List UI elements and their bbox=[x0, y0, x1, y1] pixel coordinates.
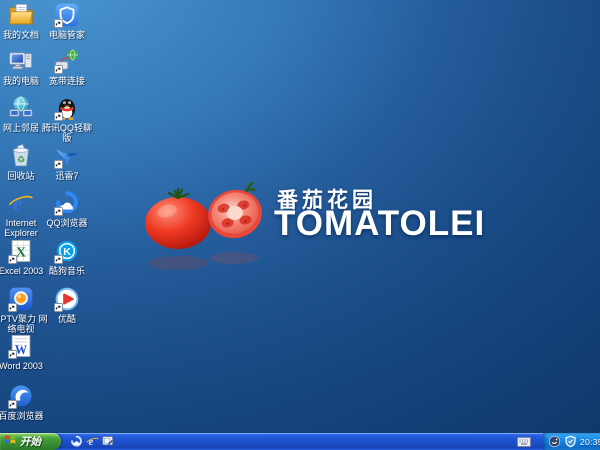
shortcut-arrow-icon bbox=[54, 207, 63, 216]
desktop-icon-youku[interactable]: 优酷 bbox=[38, 286, 96, 324]
svg-text:e: e bbox=[13, 190, 23, 215]
desktop-icon-qq[interactable]: 腾讯QQ轻聊版 bbox=[38, 95, 96, 143]
pc-manager-icon bbox=[54, 2, 80, 28]
internet-explorer-icon: e bbox=[8, 190, 34, 216]
icon-label: 酷狗音乐 bbox=[49, 266, 85, 276]
icon-label: 优酷 bbox=[58, 314, 76, 324]
shortcut-arrow-icon bbox=[8, 350, 17, 359]
quick-launch-qq-browser-icon[interactable] bbox=[70, 435, 83, 448]
start-button-label: 开始 bbox=[20, 434, 41, 449]
shortcut-arrow-icon bbox=[8, 400, 17, 409]
my-computer-icon bbox=[8, 48, 34, 74]
word-icon: W bbox=[8, 333, 34, 359]
excel-icon: X bbox=[8, 238, 34, 264]
icon-label: 腾讯QQ轻聊版 bbox=[38, 123, 96, 143]
svg-text:e: e bbox=[88, 436, 93, 448]
kugou-music-icon: K bbox=[54, 238, 80, 264]
icon-label: Excel 2003 bbox=[0, 266, 43, 276]
quick-launch-bar: e bbox=[70, 433, 115, 450]
desktop-icon-broadband[interactable]: 宽带连接 bbox=[38, 48, 96, 86]
start-button[interactable]: 开始 bbox=[0, 433, 61, 450]
brand-title-en: TOMATOLEI bbox=[274, 204, 485, 244]
shortcut-arrow-icon bbox=[54, 112, 63, 121]
icon-label: 宽带连接 bbox=[49, 76, 85, 86]
taskbar: 开始 e bbox=[0, 433, 600, 450]
icon-label: 百度浏览器 bbox=[0, 411, 44, 421]
desktop[interactable]: 番茄花园 TOMATOLEI 我的文档 电脑管家 bbox=[0, 0, 600, 450]
tray-app-icon[interactable] bbox=[548, 435, 561, 448]
icon-label: Internet Explorer bbox=[4, 218, 38, 238]
icon-label: 网上邻居 bbox=[3, 123, 39, 133]
desktop-icon-baidu-browser[interactable]: 百度浏览器 bbox=[0, 383, 50, 421]
quick-launch-internet-explorer-icon[interactable]: e bbox=[86, 435, 99, 448]
network-places-icon bbox=[8, 95, 34, 121]
icon-label: 回收站 bbox=[7, 171, 34, 181]
icon-label: QQ浏览器 bbox=[46, 218, 87, 228]
desktop-icon-qq-browser[interactable]: QQ浏览器 bbox=[38, 190, 96, 228]
tray-clock[interactable]: 20:35 bbox=[580, 437, 600, 447]
shortcut-arrow-icon bbox=[54, 255, 63, 264]
shortcut-arrow-icon bbox=[54, 303, 63, 312]
icon-label: 我的文档 bbox=[3, 30, 39, 40]
thunder-bird-icon bbox=[54, 143, 80, 169]
desktop-icon-word[interactable]: W Word 2003 bbox=[0, 333, 50, 371]
baidu-browser-icon bbox=[8, 383, 34, 409]
windows-flag-icon bbox=[4, 433, 17, 450]
shortcut-arrow-icon bbox=[8, 255, 17, 264]
qq-browser-icon bbox=[54, 190, 80, 216]
tomato-graphic bbox=[138, 182, 274, 274]
svg-text:X: X bbox=[16, 245, 26, 260]
language-keyboard-icon[interactable] bbox=[517, 435, 531, 447]
desktop-icon-kugou[interactable]: K 酷狗音乐 bbox=[38, 238, 96, 276]
shortcut-arrow-icon bbox=[54, 160, 63, 169]
quick-launch-show-desktop-icon[interactable] bbox=[102, 435, 115, 448]
svg-text:♻: ♻ bbox=[17, 155, 25, 165]
youku-icon bbox=[54, 286, 80, 312]
svg-text:K: K bbox=[63, 246, 71, 258]
pptv-icon bbox=[8, 286, 34, 312]
shortcut-arrow-icon bbox=[54, 19, 63, 28]
broadband-connection-icon bbox=[54, 48, 80, 74]
tray-security-shield-icon[interactable] bbox=[564, 435, 577, 448]
icon-label: Word 2003 bbox=[0, 361, 43, 371]
shortcut-arrow-icon bbox=[54, 65, 63, 74]
recycle-bin-icon: ♻ bbox=[8, 143, 34, 169]
desktop-icon-thunder7[interactable]: 迅雷7 bbox=[38, 143, 96, 181]
shortcut-arrow-icon bbox=[8, 303, 17, 312]
system-tray: 20:35 bbox=[543, 433, 600, 450]
my-documents-icon bbox=[8, 2, 34, 28]
qq-penguin-icon bbox=[54, 95, 80, 121]
icon-label: 我的电脑 bbox=[3, 76, 39, 86]
icon-label: 迅雷7 bbox=[55, 171, 78, 181]
desktop-icon-pc-manager[interactable]: 电脑管家 bbox=[38, 2, 96, 40]
icon-label: 电脑管家 bbox=[49, 30, 85, 40]
